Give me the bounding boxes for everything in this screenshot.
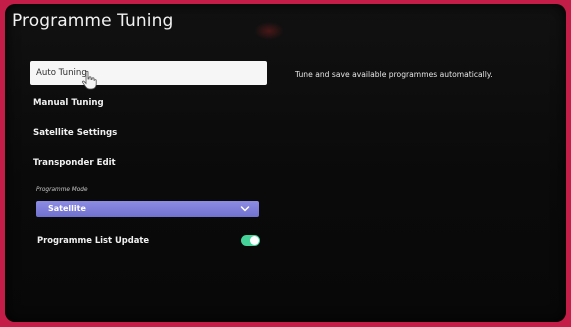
menu-item-manual-tuning[interactable]: Manual Tuning (29, 92, 261, 114)
item-description: Tune and save available programmes autom… (295, 70, 493, 79)
screen-glare (254, 22, 284, 40)
programme-mode-label: Programme Mode (36, 187, 88, 193)
page-title: Programme Tuning (12, 11, 174, 31)
hand-pointer-icon (81, 70, 97, 90)
menu-item-transponder-edit[interactable]: Transponder Edit (29, 152, 261, 174)
programme-mode-value: Satellite (48, 204, 86, 213)
toggle-knob (250, 236, 259, 245)
programme-list-update-label: Programme List Update (37, 235, 150, 245)
chevron-down-icon (240, 206, 250, 212)
tv-screen: Programme Tuning Auto Tuning Manual Tuni… (5, 4, 566, 322)
programme-mode-select[interactable]: Satellite (36, 201, 259, 217)
programme-list-update-toggle[interactable] (241, 235, 260, 246)
menu-item-auto-tuning[interactable]: Auto Tuning (30, 61, 267, 85)
menu-item-satellite-settings[interactable]: Satellite Settings (29, 122, 261, 144)
